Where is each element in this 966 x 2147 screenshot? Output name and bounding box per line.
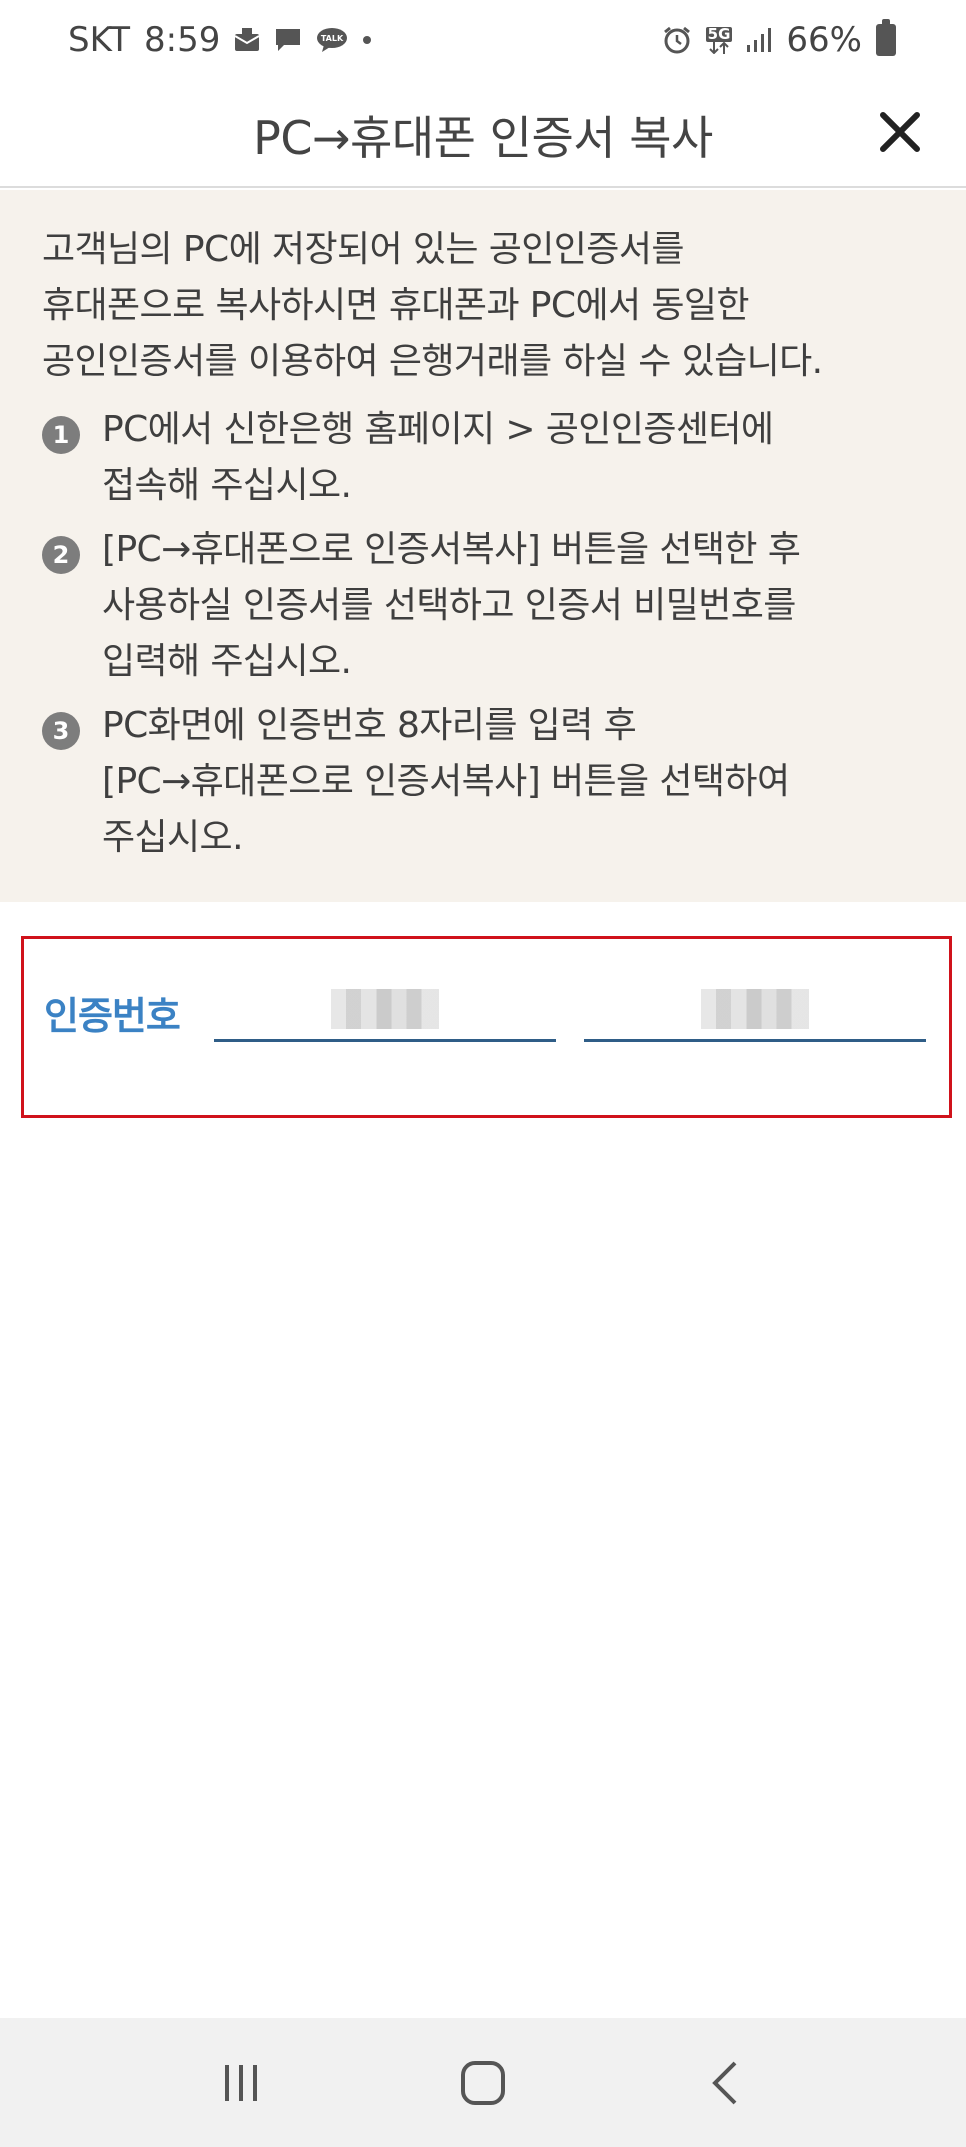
intro-line: 공인인증서를 이용하여 은행거래를 하실 수 있습니다. [42,341,823,382]
steps-list: 1 PC에서 신한은행 홈페이지 > 공인인증센터에 접속해 주십시오. 2 [… [42,402,926,866]
recent-apps-icon [225,2064,257,2101]
step-line: 주십시오. [102,817,244,858]
time-text: 8:59 [144,20,221,60]
step-item: 1 PC에서 신한은행 홈페이지 > 공인인증센터에 접속해 주십시오. [42,402,926,514]
verification-label: 인증번호 [44,994,181,1038]
message-icon [274,27,302,53]
header: PC→휴대폰 인증서 복사 [0,80,966,188]
navigation-bar [0,2018,966,2147]
step-item: 2 [PC→휴대폰으로 인증서복사] 버튼을 선택한 후 사용하실 인증서를 선… [42,522,926,690]
close-icon [880,112,920,152]
signal-icon [746,27,772,53]
network-label: 5G [705,24,733,43]
verification-code-field-2[interactable] [584,979,926,1042]
verification-code-field-1[interactable] [214,979,556,1042]
masked-code-value [701,989,809,1029]
masked-code-value [331,989,439,1029]
step-line: PC화면에 인증번호 8자리를 입력 후 [102,705,637,746]
screen: SKT 8:59 TALK 5G 66% PC→휴대폰 인증서 복사 고객님의 … [0,0,966,2147]
recent-apps-button[interactable] [196,2038,286,2128]
battery-icon [876,19,896,56]
step-line: [PC→휴대폰으로 인증서복사] 버튼을 선택하여 [102,761,790,802]
carrier-text: SKT [68,20,131,60]
intro-line: 고객님의 PC에 저장되어 있는 공인인증서를 [42,229,684,270]
status-bar: SKT 8:59 TALK 5G 66% [0,0,966,80]
intro-text: 고객님의 PC에 저장되어 있는 공인인증서를 휴대폰으로 복사하시면 휴대폰과… [42,222,926,390]
step-line: 사용하실 인증서를 선택하고 인증서 비밀번호를 [102,585,796,626]
page-title: PC→휴대폰 인증서 복사 [253,111,713,165]
status-right: 5G 66% [662,19,896,60]
step-item: 3 PC화면에 인증번호 8자리를 입력 후 [PC→휴대폰으로 인증서복사] … [42,698,926,866]
close-button[interactable] [870,102,930,162]
alarm-icon [662,25,692,55]
mail-icon [234,28,260,52]
battery-percent: 66% [786,20,862,60]
dot-icon [362,35,372,45]
back-icon [712,2061,737,2104]
back-button[interactable] [680,2038,770,2128]
step-line: 접속해 주십시오. [102,465,352,506]
verification-code-section: 인증번호 [21,936,952,1118]
svg-text:TALK: TALK [321,34,344,43]
step-line: PC에서 신한은행 홈페이지 > 공인인증센터에 [102,409,774,450]
home-icon [461,2060,505,2105]
step-text: [PC→휴대폰으로 인증서복사] 버튼을 선택한 후 사용하실 인증서를 선택하… [102,522,801,690]
intro-line: 휴대폰으로 복사하시면 휴대폰과 PC에서 동일한 [42,285,750,326]
step-number-badge: 1 [42,416,80,454]
step-number-badge: 2 [42,536,80,574]
info-panel: 고객님의 PC에 저장되어 있는 공인인증서를 휴대폰으로 복사하시면 휴대폰과… [0,190,966,902]
step-text: PC화면에 인증번호 8자리를 입력 후 [PC→휴대폰으로 인증서복사] 버튼… [102,698,790,866]
network-5g-icon: 5G [705,24,733,54]
talk-icon: TALK [316,27,348,53]
step-line: [PC→휴대폰으로 인증서복사] 버튼을 선택한 후 [102,529,801,570]
step-number-badge: 3 [42,712,80,750]
step-text: PC에서 신한은행 홈페이지 > 공인인증센터에 접속해 주십시오. [102,402,774,514]
status-left: SKT 8:59 TALK [68,20,372,60]
home-button[interactable] [438,2038,528,2128]
step-line: 입력해 주십시오. [102,641,352,682]
